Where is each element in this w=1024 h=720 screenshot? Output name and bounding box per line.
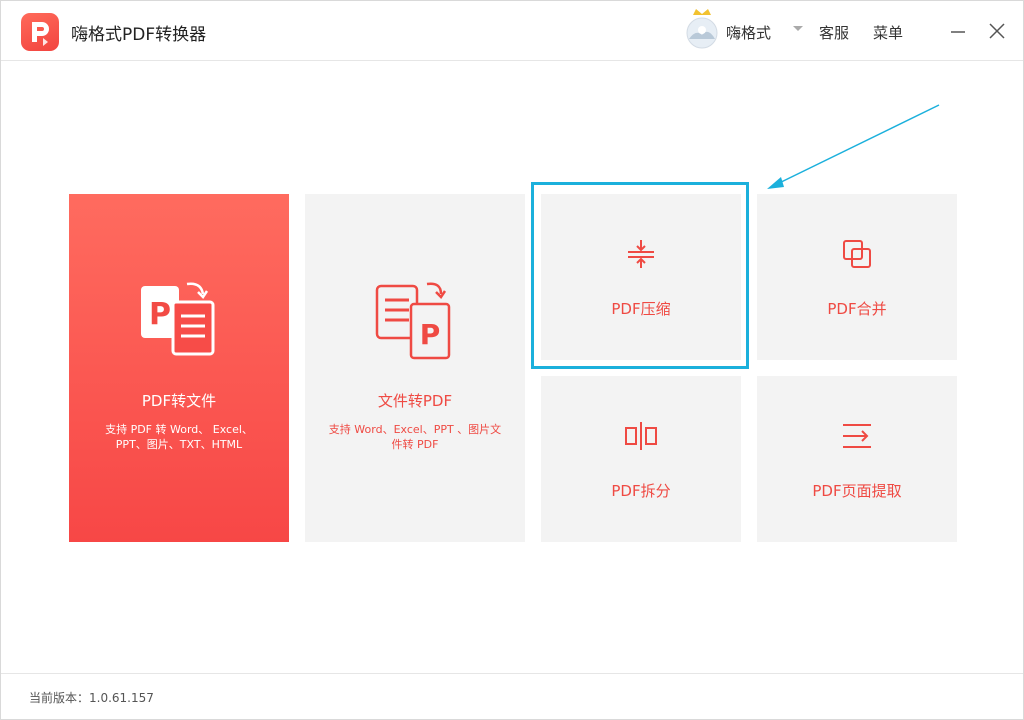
extract-icon [843, 424, 871, 448]
tile-desc: 支持 Word、Excel、PPT 、图片文 [328, 423, 502, 436]
tile-label: PDF页面提取 [812, 482, 902, 500]
pdf-compress-tile[interactable]: PDF压缩 [541, 194, 741, 360]
tile-title: 文件转PDF [377, 392, 453, 410]
pdf-merge-tile[interactable]: PDF合并 [757, 194, 957, 360]
tile-title: PDF转文件 [141, 392, 217, 410]
tile-label: PDF压缩 [611, 300, 671, 318]
app-title: 嗨格式PDF转换器 [71, 25, 207, 45]
svg-text:P: P [149, 297, 171, 332]
menu-button[interactable]: 菜单 [873, 22, 903, 43]
tile-desc: 件转 PDF [391, 438, 439, 451]
tile-desc: 支持 PDF 转 Word、 Excel、 [105, 423, 253, 436]
customer-service-button[interactable]: 客服 [819, 22, 849, 43]
pdf-split-tile[interactable]: PDF拆分 [541, 376, 741, 542]
tile-label: PDF拆分 [611, 482, 671, 500]
pdf-page-extract-tile[interactable]: PDF页面提取 [757, 376, 957, 542]
split-icon [625, 422, 657, 450]
file-to-pdf-tile[interactable]: P 文件转PDF 支持 Word、Excel、PPT 、图片文 件转 PDF [305, 194, 525, 542]
pointer-arrow-icon [767, 104, 940, 189]
file-to-pdf-icon: P [375, 282, 451, 360]
svg-text:P: P [420, 318, 441, 351]
merge-icon [843, 240, 871, 268]
compress-icon [628, 240, 654, 268]
minimize-icon[interactable] [949, 22, 967, 40]
tile-desc: PPT、图片、TXT、HTML [115, 438, 243, 451]
title-bar: 嗨格式PDF转换器 嗨格式 客服 菜单 [1, 1, 1023, 61]
app-logo-icon [21, 13, 59, 51]
chevron-down-icon[interactable] [792, 25, 804, 33]
version-label: 当前版本：1.0.61.157 [29, 691, 154, 705]
app-window: 嗨格式PDF转换器 嗨格式 客服 菜单 P PDF转文件 支持 PDF 转 Wo… [0, 0, 1024, 720]
tile-label: PDF合并 [827, 300, 887, 318]
pdf-to-file-icon: P [141, 282, 215, 356]
username[interactable]: 嗨格式 [726, 22, 771, 43]
status-bar: 当前版本：1.0.61.157 [1, 673, 1023, 719]
avatar[interactable] [684, 9, 720, 49]
pdf-to-file-tile[interactable]: P PDF转文件 支持 PDF 转 Word、 Excel、 PPT、图片、TX… [69, 194, 289, 542]
close-icon[interactable] [987, 21, 1007, 41]
